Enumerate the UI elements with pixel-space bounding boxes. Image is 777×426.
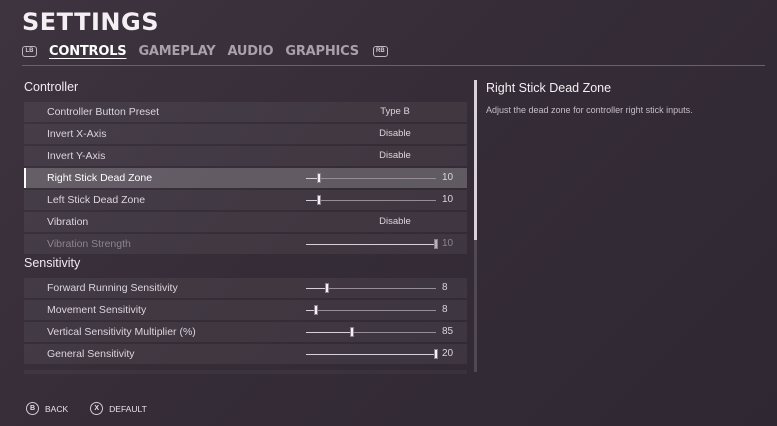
setting-label: Invert X-Axis (47, 128, 107, 140)
setting-row-right-stick-dead-zone[interactable]: Right Stick Dead Zone 10 (24, 168, 467, 188)
slider-track[interactable] (306, 283, 436, 293)
slider-value: 10 (442, 194, 454, 205)
setting-label: Vibration Strength (47, 238, 131, 250)
default-button[interactable]: X DEFAULT (90, 402, 147, 415)
tab-gameplay[interactable]: GAMEPLAY (138, 44, 215, 59)
slider-track[interactable] (306, 173, 436, 183)
slider-thumb[interactable] (434, 349, 438, 359)
slider-track (306, 239, 438, 249)
setting-row-vibration[interactable]: Vibration Disable (24, 212, 467, 232)
setting-option-value[interactable]: Disable (330, 128, 460, 139)
slider-thumb[interactable] (317, 173, 321, 183)
header-divider (22, 65, 765, 66)
setting-row-controller-button-preset[interactable]: Controller Button Preset Type B (24, 102, 467, 122)
slider-fill (306, 288, 327, 289)
back-button[interactable]: B BACK (26, 402, 68, 415)
setting-label: Right Stick Dead Zone (47, 172, 153, 184)
section-heading-controller: Controller (24, 80, 79, 94)
slider-fill (306, 244, 436, 245)
selection-indicator (24, 168, 26, 188)
setting-row-vibration-strength: Vibration Strength 10 (24, 234, 467, 254)
setting-option-value[interactable]: Disable (330, 216, 460, 227)
slider-track[interactable] (306, 349, 438, 359)
setting-label: Vibration (47, 216, 89, 228)
detail-title: Right Stick Dead Zone (486, 81, 612, 95)
setting-option-value[interactable]: Type B (330, 106, 460, 117)
setting-option-value[interactable]: Disable (330, 150, 460, 161)
setting-row-invert-x-axis[interactable]: Invert X-Axis Disable (24, 124, 467, 144)
detail-description: Adjust the dead zone for controller righ… (486, 105, 693, 115)
slider-fill (306, 354, 436, 355)
setting-row-movement-sensitivity[interactable]: Movement Sensitivity 8 (24, 300, 467, 320)
tab-graphics[interactable]: GRAPHICS (285, 44, 359, 59)
setting-label: Left Stick Dead Zone (47, 194, 146, 206)
slider-value: 10 (442, 238, 454, 249)
slider-thumb (434, 239, 438, 249)
slider-value: 8 (442, 282, 448, 293)
scrollbar-thumb[interactable] (474, 80, 477, 240)
footer: B BACK X DEFAULT (26, 402, 169, 415)
slider-thumb[interactable] (349, 327, 354, 337)
setting-label: Movement Sensitivity (47, 304, 147, 316)
b-button-icon: B (26, 402, 39, 415)
slider-value: 20 (442, 348, 454, 359)
setting-row-forward-running-sensitivity[interactable]: Forward Running Sensitivity 8 (24, 278, 467, 298)
back-label: BACK (45, 403, 69, 414)
setting-label: Controller Button Preset (47, 106, 160, 118)
slider-thumb[interactable] (324, 283, 329, 293)
slider-value: 10 (442, 172, 454, 183)
setting-label: Vertical Sensitivity Multiplier (%) (47, 326, 196, 338)
x-button-icon: X (90, 402, 104, 415)
setting-row-general-sensitivity[interactable]: General Sensitivity 20 (24, 344, 467, 364)
slider-thumb[interactable] (314, 305, 319, 315)
default-label: DEFAULT (109, 403, 147, 414)
setting-row-vertical-sensitivity-multiplier[interactable]: Vertical Sensitivity Multiplier (%) 85 (24, 322, 467, 342)
tab-audio[interactable]: AUDIO (227, 44, 273, 59)
slider-track[interactable] (306, 195, 436, 205)
tab-controls[interactable]: CONTROLS (49, 44, 127, 59)
setting-row-invert-y-axis[interactable]: Invert Y-Axis Disable (24, 146, 467, 166)
section-heading-sensitivity: Sensitivity (24, 256, 81, 270)
setting-label: Invert Y-Axis (47, 150, 106, 162)
slider-fill (306, 332, 352, 333)
partially-visible-row (24, 370, 467, 374)
slider-track[interactable] (306, 327, 436, 337)
slider-thumb[interactable] (317, 195, 321, 205)
setting-row-left-stick-dead-zone[interactable]: Left Stick Dead Zone 10 (24, 190, 467, 210)
slider-value: 85 (442, 326, 454, 337)
setting-label: Forward Running Sensitivity (47, 282, 178, 294)
setting-label: General Sensitivity (47, 348, 135, 360)
left-bumper-icon[interactable]: LB (22, 45, 37, 57)
page-title: SETTINGS (22, 8, 159, 36)
right-bumper-icon[interactable]: RB (372, 45, 388, 57)
slider-value: 8 (442, 304, 448, 315)
tab-bar: LB CONTROLS GAMEPLAY AUDIO GRAPHICS RB (22, 42, 388, 60)
settings-scrollbar[interactable] (474, 80, 477, 372)
slider-track[interactable] (306, 305, 436, 315)
